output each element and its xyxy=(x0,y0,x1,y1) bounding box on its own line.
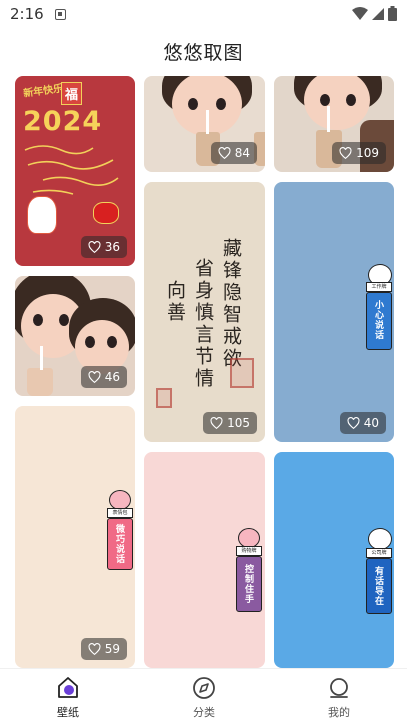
like-badge[interactable]: 109 xyxy=(332,142,386,164)
status-bar: 2:16 xyxy=(0,0,407,28)
nav-label: 我的 xyxy=(328,706,350,719)
like-badge[interactable]: 36 xyxy=(80,236,127,258)
sticker-text: 微巧说话 xyxy=(114,524,124,564)
sticker-tag: 工作牌 xyxy=(366,282,392,292)
year-text: 2024 xyxy=(23,106,103,137)
nav-item-category[interactable]: 分类 xyxy=(164,675,244,720)
battery-icon xyxy=(388,6,397,21)
calligraphy-col2: 省身慎言节情 xyxy=(192,258,214,390)
like-badge[interactable]: 105 xyxy=(203,412,257,434)
red-seal xyxy=(156,388,172,408)
heart-icon xyxy=(339,146,352,159)
page-title: 悠悠取图 xyxy=(163,42,244,64)
compass-icon xyxy=(193,677,215,699)
sticker-tag: 公司牌 xyxy=(366,548,392,558)
profile-icon xyxy=(330,678,348,698)
calligraphy-col3: 向善 xyxy=(164,280,186,324)
wallpaper-icon xyxy=(58,677,78,698)
wallpaper-grid[interactable]: 新年快乐 福 2024 36 84 109 藏锋隐智戒欲 省身慎言节情 向善 1… xyxy=(0,76,407,668)
wallpaper-card-pink-sticker[interactable]: 购物牌 控制住手 xyxy=(144,452,265,668)
wallpaper-card-2024[interactable]: 新年快乐 福 2024 36 xyxy=(15,76,135,266)
red-envelope xyxy=(93,202,119,224)
notification-icon xyxy=(55,9,66,20)
like-count: 109 xyxy=(356,146,379,160)
like-count: 36 xyxy=(104,240,120,254)
like-badge[interactable]: 84 xyxy=(210,142,257,164)
like-count: 46 xyxy=(104,370,120,384)
dragon-mascot xyxy=(27,196,57,234)
sticker-character xyxy=(238,528,260,548)
nav-item-profile[interactable]: 我的 xyxy=(299,675,379,720)
sticker-character xyxy=(368,528,392,550)
heart-icon xyxy=(218,146,231,159)
wallpaper-card-kids-top-right[interactable]: 109 xyxy=(274,76,394,172)
calligraphy-col1: 藏锋隐智戒欲 xyxy=(220,238,242,370)
like-badge[interactable]: 40 xyxy=(339,412,386,434)
calligraphy-scribbles xyxy=(23,140,123,200)
signal-icon xyxy=(372,7,384,20)
wallpaper-card-blue-sticker[interactable]: 工作牌 小心说话 40 xyxy=(274,182,394,442)
heart-icon xyxy=(347,416,360,429)
heart-icon xyxy=(88,240,101,253)
wallpaper-card-calligraphy[interactable]: 藏锋隐智戒欲 省身慎言节情 向善 105 xyxy=(144,182,265,442)
nav-label: 分类 xyxy=(193,706,215,719)
nav-label: 壁纸 xyxy=(57,706,79,719)
bottom-nav: 壁纸 分类 我的 xyxy=(0,668,407,725)
like-badge[interactable]: 46 xyxy=(80,366,127,388)
sticker-tag: 购物牌 xyxy=(236,546,262,556)
fu-character: 福 xyxy=(61,82,83,105)
sticker-text: 小心说话 xyxy=(373,300,383,340)
like-count: 40 xyxy=(363,416,379,430)
wallpaper-card-beige-sticker[interactable]: 表情包 微巧说话 59 xyxy=(15,406,135,668)
wallpaper-card-kids-top[interactable]: 84 xyxy=(144,76,265,172)
wifi-icon xyxy=(352,6,368,20)
wallpaper-card-blue2-sticker[interactable]: 公司牌 有话导在 xyxy=(274,452,394,668)
heart-icon xyxy=(88,370,101,383)
red-seal xyxy=(230,358,254,388)
sticker-text: 控制住手 xyxy=(243,564,253,604)
like-count: 59 xyxy=(104,642,120,656)
status-time: 2:16 xyxy=(10,5,44,23)
heart-icon xyxy=(88,642,101,655)
new-year-text: 新年快乐 xyxy=(22,83,64,100)
wallpaper-card-kids-mid[interactable]: 46 xyxy=(15,276,135,396)
heart-icon xyxy=(210,416,223,429)
nav-item-wallpaper[interactable]: 壁纸 xyxy=(28,675,108,720)
sticker-character xyxy=(109,490,131,510)
like-count: 105 xyxy=(227,416,250,430)
like-badge[interactable]: 59 xyxy=(80,638,127,660)
sticker-text: 有话导在 xyxy=(373,566,383,606)
sticker-tag: 表情包 xyxy=(107,508,133,518)
status-icons xyxy=(352,6,397,21)
like-count: 84 xyxy=(234,146,250,160)
